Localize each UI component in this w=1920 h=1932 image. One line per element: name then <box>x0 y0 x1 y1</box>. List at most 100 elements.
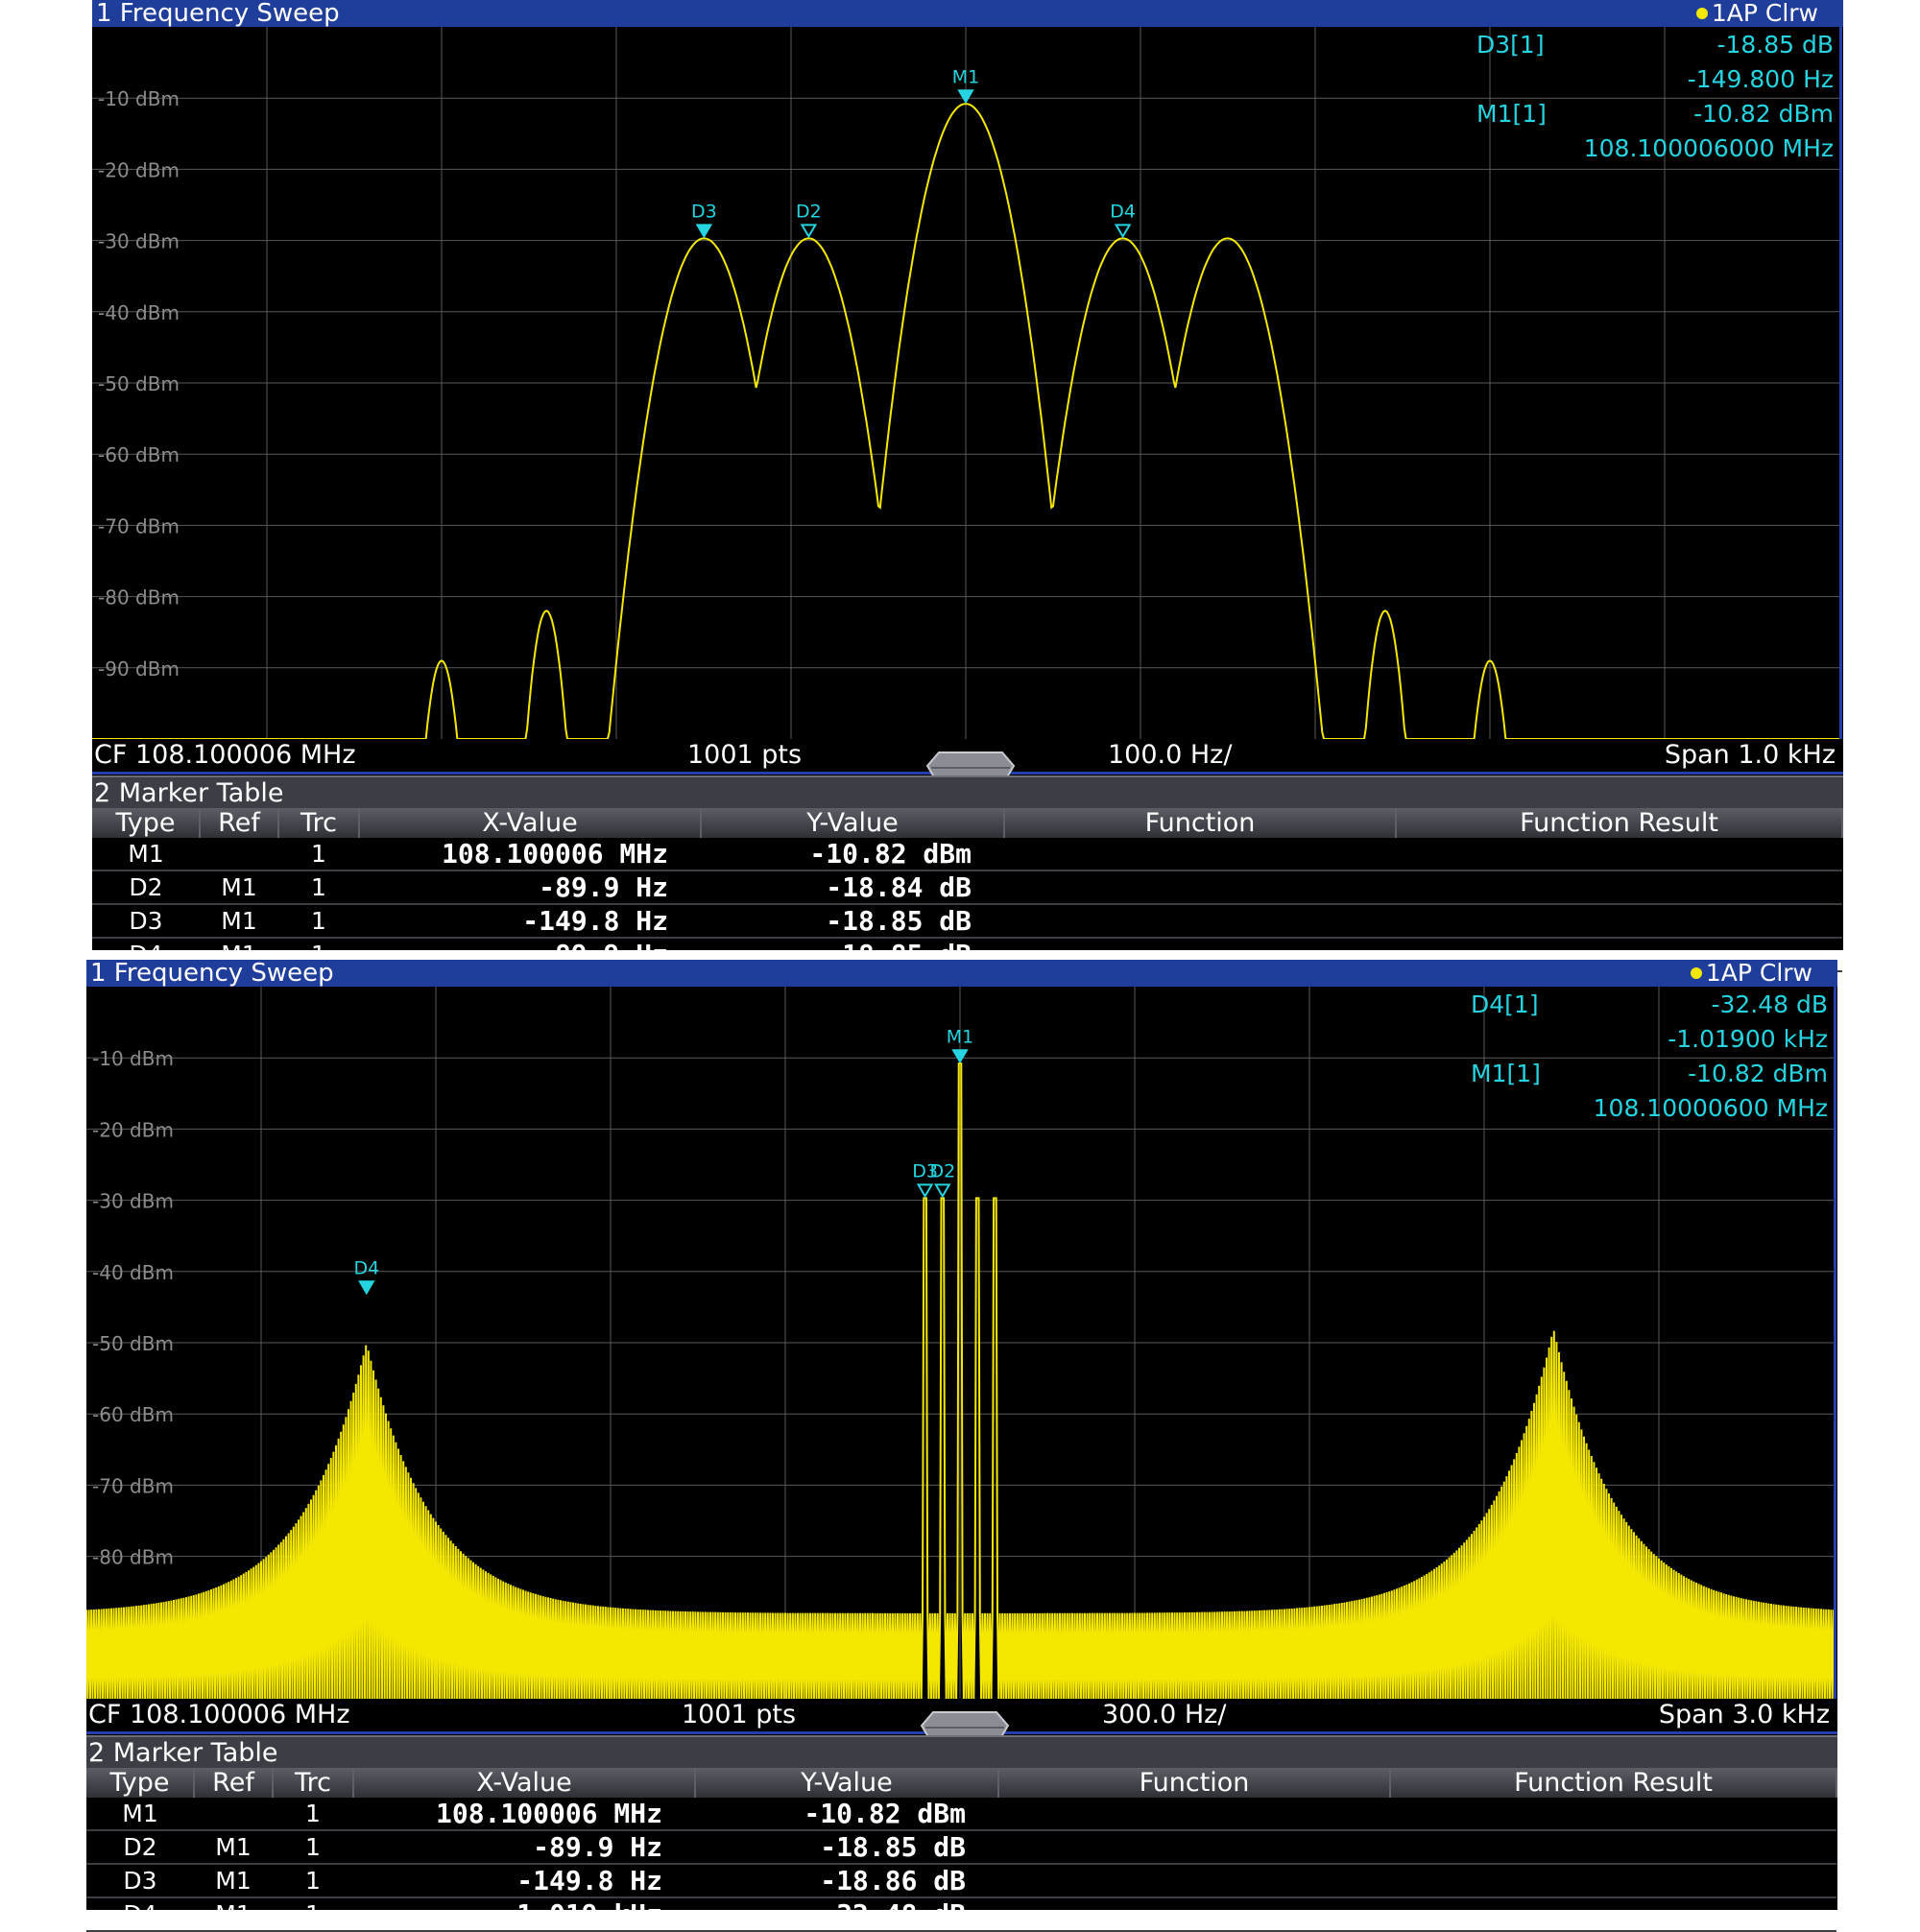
column-header[interactable]: X-Value <box>353 1768 696 1798</box>
y-tick-label: -60 dBm <box>98 443 180 466</box>
readout-value: -32.48 dB <box>1711 990 1828 1018</box>
spectrum-chart: -10 dBm -20 dBm -30 dBm -40 dBm -50 dBm -60 d… <box>86 987 1834 1699</box>
y-tick-label: -30 dBm <box>98 230 180 253</box>
readout-value: -149.800 Hz <box>1687 65 1834 93</box>
frequency-span: Span 3.0 kHz <box>1658 1700 1830 1729</box>
cell-function-result <box>1390 1798 1836 1831</box>
cell-type: D2 <box>86 1830 194 1865</box>
cell-ref: M1 <box>200 904 278 939</box>
marker-label: M1 <box>947 1026 973 1047</box>
cell-function-result <box>1390 1864 1836 1898</box>
window-title-bar[interactable]: 1 Frequency Sweep 1AP Clrw <box>86 960 1837 987</box>
column-header[interactable]: Function Result <box>1396 808 1843 838</box>
marker-table-title-bar[interactable]: 2 Marker Table <box>92 775 1843 810</box>
sweep-points: 1001 pts <box>687 740 803 770</box>
table-row[interactable]: M1 1 108.100006 MHz -10.82 dBm <box>92 838 1842 871</box>
column-header[interactable]: Y-Value <box>701 808 1005 838</box>
column-header[interactable]: Ref <box>200 808 279 838</box>
cell-function-result <box>1390 1897 1836 1932</box>
column-header[interactable]: Trc <box>278 808 360 838</box>
readout-value: -18.85 dB <box>1716 31 1834 59</box>
cell-function-result <box>1396 838 1842 871</box>
table-row[interactable]: D3 M1 1 -149.8 Hz -18.85 dB <box>92 904 1842 939</box>
readout-value: 108.100006000 MHz <box>1583 134 1834 162</box>
column-header[interactable]: Ref <box>194 1768 274 1798</box>
cell-x-value: -149.8 Hz <box>353 1864 695 1898</box>
marker-label: M1 <box>952 66 979 87</box>
marker-label: D3 <box>691 201 717 222</box>
readout-label: M1[1] <box>1471 1060 1541 1087</box>
trace-dot-icon <box>1690 967 1702 979</box>
cell-function-result <box>1390 1830 1836 1865</box>
table-row[interactable]: D4 M1 1 -1.019 kHz -32.48 dB <box>86 1897 1836 1932</box>
marker-d4-icon[interactable] <box>1114 224 1132 239</box>
marker-d3-icon[interactable] <box>916 1183 934 1199</box>
readout-label: D4[1] <box>1471 990 1539 1018</box>
marker-table: Type Ref Trc X-Value Y-Value Function Fu… <box>92 808 1843 972</box>
spectrum-chart: -10 dBm -20 dBm -30 dBm -40 dBm -50 dBm -60 d… <box>92 27 1839 739</box>
table-row[interactable]: D2 M1 1 -89.9 Hz -18.85 dB <box>86 1830 1836 1865</box>
marker-table: Type Ref Trc X-Value Y-Value Function Fu… <box>86 1768 1837 1932</box>
column-header[interactable]: Trc <box>273 1768 354 1798</box>
column-header[interactable]: Type <box>86 1768 195 1798</box>
readout-value: 108.10000600 MHz <box>1593 1094 1828 1122</box>
marker-d2-icon[interactable] <box>934 1183 951 1199</box>
cell-y-value: -18.86 dB <box>695 1864 998 1898</box>
cell-y-value: -10.82 dBm <box>701 838 1004 871</box>
y-tick-label: -40 dBm <box>92 1261 174 1284</box>
readout-value: -10.82 dBm <box>1693 100 1834 128</box>
marker-d3-icon[interactable] <box>695 224 713 239</box>
cell-type: D4 <box>86 1897 194 1932</box>
y-tick-label: -90 dBm <box>98 657 180 680</box>
sweep-window-1[interactable]: 1 Frequency Sweep 1AP Clrw -10 dBm -20 dB… <box>92 0 1843 972</box>
cell-x-value: -1.019 kHz <box>353 1897 695 1932</box>
cell-x-value: -89.9 Hz <box>353 1830 695 1865</box>
marker-m1-icon[interactable] <box>951 1049 969 1064</box>
marker-m1-icon[interactable] <box>957 89 974 105</box>
window-title: 1 Frequency Sweep <box>96 0 340 28</box>
cell-trc: 1 <box>273 1830 353 1865</box>
cell-function <box>998 1830 1390 1865</box>
cell-y-value: -32.48 dB <box>695 1897 998 1932</box>
cell-function-result <box>1396 871 1842 905</box>
frequency-per-division: 100.0 Hz/ <box>1108 740 1233 770</box>
spectrum-plot[interactable]: -10 dBm -20 dBm -30 dBm -40 dBm -50 dBm -60 d… <box>86 987 1836 1699</box>
y-tick-label: -70 dBm <box>98 514 180 537</box>
window-title-bar[interactable]: 1 Frequency Sweep 1AP Clrw <box>92 0 1843 27</box>
sweep-window-2[interactable]: 1 Frequency Sweep 1AP Clrw -10 dBm -20 dB… <box>86 960 1837 1932</box>
table-row[interactable]: D3 M1 1 -149.8 Hz -18.86 dB <box>86 1864 1836 1898</box>
trace-indicator[interactable]: 1AP Clrw <box>1690 960 1812 987</box>
cell-ref <box>194 1798 273 1831</box>
column-header[interactable]: X-Value <box>359 808 702 838</box>
spectrum-plot[interactable]: -10 dBm -20 dBm -30 dBm -40 dBm -50 dBm -60 d… <box>92 27 1842 739</box>
cell-function <box>1004 838 1396 871</box>
cell-type: D3 <box>92 904 200 939</box>
readout-value: -10.82 dBm <box>1688 1060 1828 1087</box>
column-header[interactable]: Function Result <box>1390 1768 1837 1798</box>
cell-ref: M1 <box>194 1830 273 1865</box>
table-row[interactable]: M1 1 108.100006 MHz -10.82 dBm <box>86 1798 1836 1831</box>
cell-ref: M1 <box>200 871 278 905</box>
cell-function <box>998 1864 1390 1898</box>
cell-trc: 1 <box>273 1897 353 1932</box>
column-header[interactable]: Function <box>998 1768 1391 1798</box>
marker-d2-icon[interactable] <box>800 224 818 239</box>
sweep-points: 1001 pts <box>682 1700 797 1729</box>
center-frequency: CF 108.100006 MHz <box>88 1700 350 1729</box>
column-header[interactable]: Y-Value <box>695 1768 999 1798</box>
marker-d4-icon[interactable] <box>358 1280 375 1296</box>
table-row[interactable]: D2 M1 1 -89.9 Hz -18.84 dB <box>92 871 1842 905</box>
marker-label: D3 <box>912 1160 938 1181</box>
trace-indicator[interactable]: 1AP Clrw <box>1695 0 1818 27</box>
cell-y-value: -18.85 dB <box>695 1830 998 1865</box>
marker-table-title-bar[interactable]: 2 Marker Table <box>86 1735 1837 1770</box>
y-tick-label: -30 dBm <box>92 1190 174 1213</box>
y-tick-label: -50 dBm <box>92 1332 174 1355</box>
cell-x-value: 108.100006 MHz <box>359 838 701 871</box>
column-header[interactable]: Type <box>92 808 201 838</box>
column-header[interactable]: Function <box>1004 808 1397 838</box>
marker-table-title: 2 Marker Table <box>88 1738 278 1768</box>
cell-type: M1 <box>86 1798 194 1831</box>
y-tick-label: -60 dBm <box>92 1403 174 1426</box>
cell-trc: 1 <box>278 871 359 905</box>
